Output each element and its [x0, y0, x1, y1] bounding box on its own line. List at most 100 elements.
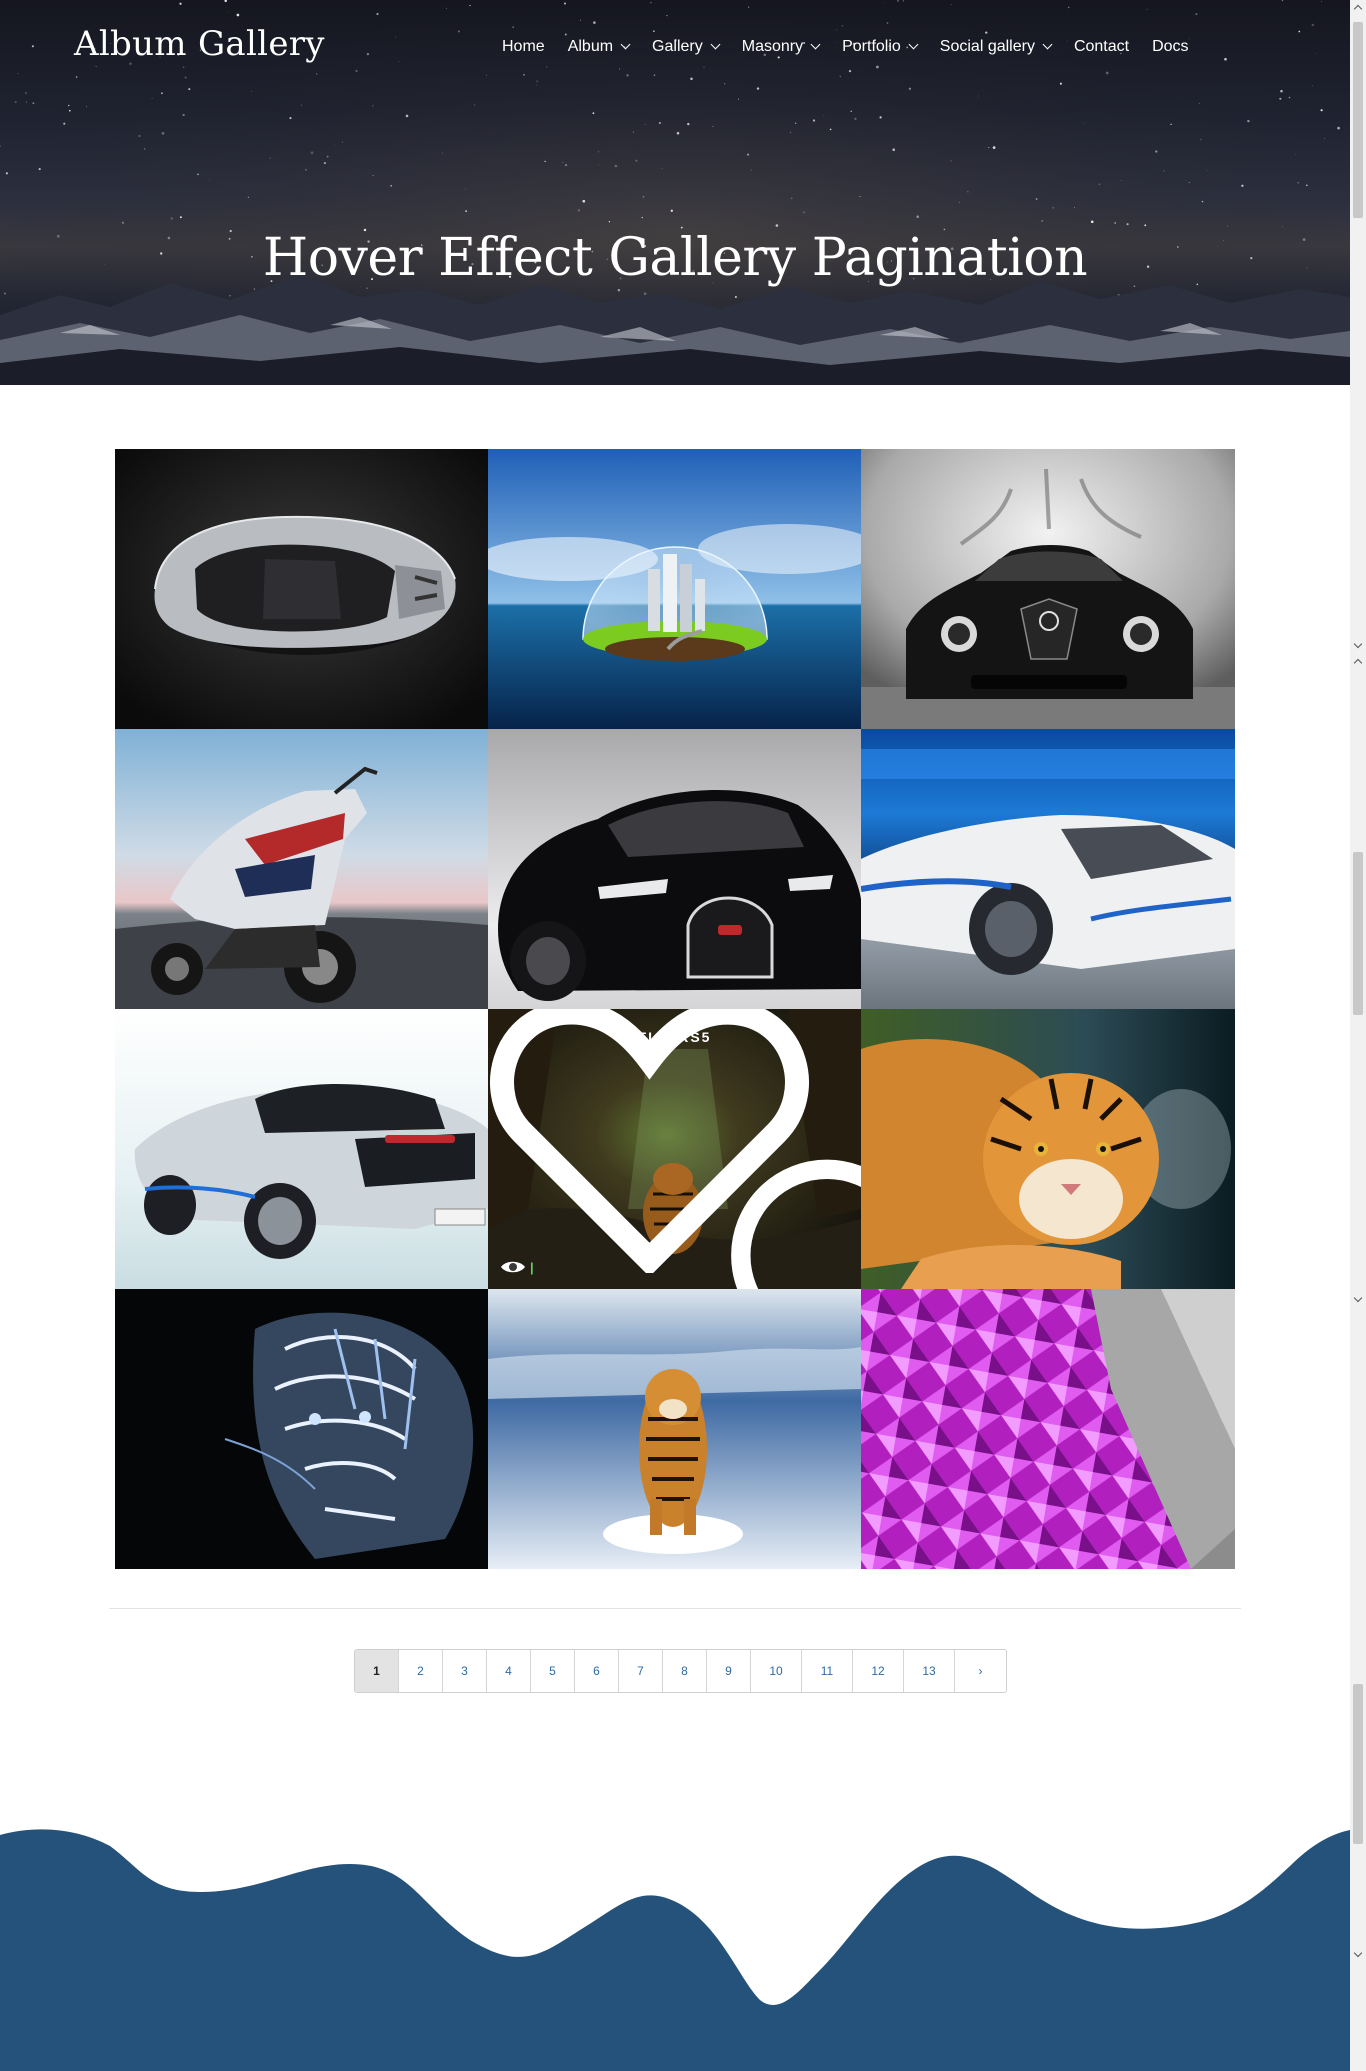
- gallery-item[interactable]: [488, 449, 861, 729]
- site-title[interactable]: Album Gallery: [74, 24, 325, 64]
- page-link[interactable]: 13: [904, 1650, 955, 1692]
- star: [738, 98, 739, 100]
- gallery-item[interactable]: [115, 1289, 488, 1569]
- star: [886, 22, 889, 24]
- star: [395, 36, 396, 38]
- star: [1305, 184, 1308, 187]
- gallery-item-hovered[interactable]: TIGERS5 |: [488, 1009, 861, 1289]
- star: [841, 25, 844, 27]
- scrollbar-thumb[interactable]: [1353, 852, 1363, 1015]
- star: [859, 195, 861, 198]
- star: [1201, 200, 1204, 203]
- star: [14, 101, 17, 104]
- scrollbar-thumb[interactable]: [1353, 1684, 1363, 1844]
- star: [1121, 179, 1122, 181]
- gallery-item[interactable]: [861, 729, 1235, 1009]
- star: [950, 3, 952, 5]
- star: [465, 188, 467, 190]
- nav-item-docs[interactable]: Docs: [1152, 38, 1188, 56]
- page-link[interactable]: 8: [663, 1650, 707, 1692]
- star: [1281, 0, 1284, 2]
- next-page-button[interactable]: ›: [955, 1650, 1006, 1692]
- star: [1311, 23, 1315, 27]
- island-dome-image: [488, 449, 861, 729]
- main-nav: Home Album Gallery Masonry Portfolio Soc…: [502, 38, 1212, 56]
- nav-item-social-gallery[interactable]: Social gallery: [940, 38, 1053, 56]
- star: [355, 69, 358, 73]
- gallery-item[interactable]: [861, 1009, 1235, 1289]
- gallery-item[interactable]: [115, 729, 488, 1009]
- star: [850, 110, 852, 112]
- gallery-item[interactable]: [488, 729, 861, 1009]
- star: [564, 33, 567, 36]
- page-link[interactable]: 9: [707, 1650, 751, 1692]
- page-link[interactable]: 12: [853, 1650, 904, 1692]
- scroll-down-arrow-icon[interactable]: [1353, 639, 1363, 649]
- page-link[interactable]: 2: [399, 1650, 443, 1692]
- chevron-down-icon: [810, 39, 821, 50]
- star: [474, 104, 476, 106]
- star: [670, 209, 673, 212]
- nav-item-label: Home: [502, 38, 545, 55]
- nav-item-contact[interactable]: Contact: [1074, 38, 1129, 56]
- star: [188, 88, 191, 91]
- star: [161, 92, 163, 94]
- star: [614, 164, 618, 168]
- scroll-up-arrow-icon[interactable]: [1353, 4, 1363, 14]
- scroll-up-arrow-icon[interactable]: [1353, 658, 1363, 668]
- star: [564, 164, 568, 167]
- star: [916, 215, 920, 219]
- star: [1337, 126, 1340, 130]
- star: [836, 29, 837, 31]
- page-link[interactable]: 7: [619, 1650, 663, 1692]
- nav-item-album[interactable]: Album: [568, 38, 631, 56]
- star: [992, 146, 996, 149]
- gallery-item[interactable]: [861, 449, 1235, 729]
- page-scrollbar[interactable]: [1350, 0, 1366, 2071]
- page-link-current[interactable]: 1: [355, 1650, 399, 1692]
- star: [659, 122, 661, 124]
- star: [802, 211, 805, 214]
- star: [1321, 1, 1323, 2]
- star: [289, 117, 292, 120]
- scroll-down-arrow-icon[interactable]: [1353, 1948, 1363, 1958]
- nav-item-home[interactable]: Home: [502, 38, 545, 56]
- gallery-item[interactable]: [115, 1009, 488, 1289]
- star: [17, 73, 19, 75]
- black-sports-car-image: [861, 449, 1235, 729]
- star: [747, 6, 750, 8]
- nav-item-portfolio[interactable]: Portfolio: [842, 38, 919, 56]
- star: [138, 134, 141, 138]
- star: [1206, 170, 1208, 171]
- gallery-item[interactable]: [861, 1289, 1235, 1569]
- page-link[interactable]: 5: [531, 1650, 575, 1692]
- star: [879, 116, 882, 119]
- star: [1035, 198, 1038, 200]
- tiger-in-snow-image: [488, 1289, 861, 1569]
- supercar-top-view-image: [115, 449, 488, 729]
- page-link[interactable]: 3: [443, 1650, 487, 1692]
- star: [300, 104, 302, 106]
- sport-motorcycle-image: [115, 729, 488, 1009]
- scroll-down-arrow-icon[interactable]: [1353, 1293, 1363, 1303]
- page-link[interactable]: 11: [802, 1650, 853, 1692]
- nav-item-masonry[interactable]: Masonry: [742, 38, 821, 56]
- star: [197, 173, 199, 176]
- scrollbar-thumb[interactable]: [1353, 22, 1363, 218]
- star: [579, 19, 581, 21]
- nav-item-gallery[interactable]: Gallery: [652, 38, 721, 56]
- gallery-item[interactable]: [115, 449, 488, 729]
- page-link[interactable]: 6: [575, 1650, 619, 1692]
- star: [85, 106, 88, 108]
- star: [179, 2, 182, 5]
- page-link[interactable]: 10: [751, 1650, 802, 1692]
- star: [632, 131, 635, 133]
- star: [790, 197, 793, 200]
- star: [823, 114, 825, 116]
- heart-icon[interactable]: [488, 1009, 836, 1273]
- star: [883, 1, 884, 3]
- chevron-down-icon: [908, 39, 919, 50]
- gallery-item[interactable]: [488, 1289, 861, 1569]
- page-link[interactable]: 4: [487, 1650, 531, 1692]
- star: [812, 119, 816, 122]
